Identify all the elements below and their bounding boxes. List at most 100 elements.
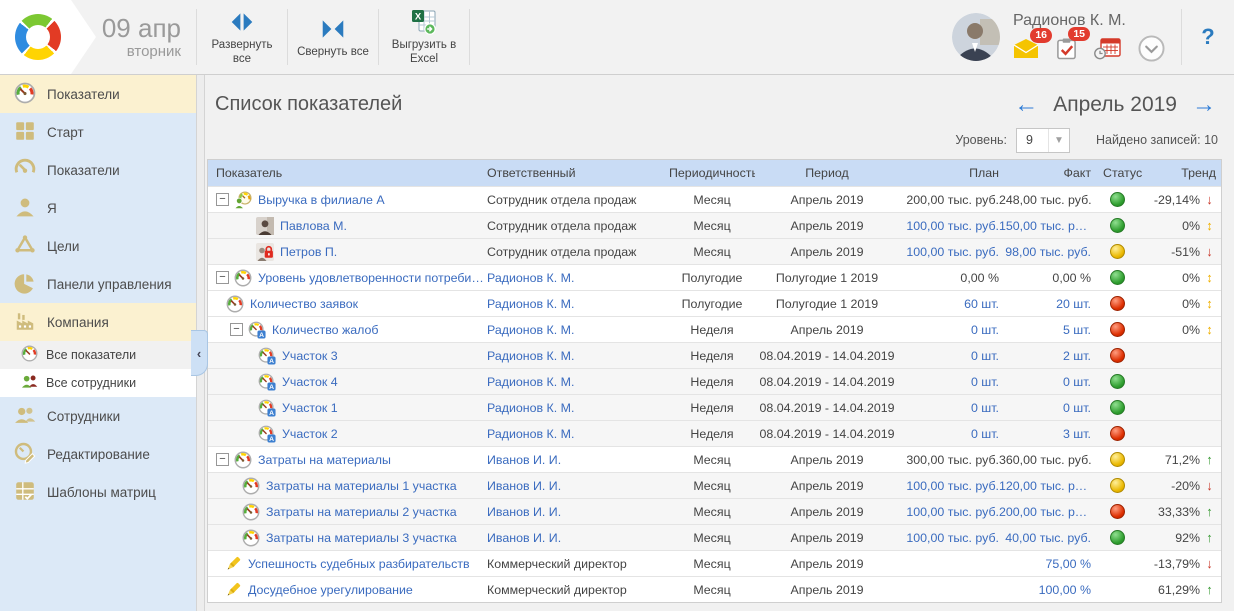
row-title-link[interactable]: Участок 4 (282, 375, 338, 389)
responsible-cell[interactable]: Радионов К. М. (485, 375, 669, 389)
sidebar-subitem-all-indicators[interactable]: Все показатели (0, 341, 196, 369)
responsible-cell[interactable]: Радионов К. М. (485, 427, 669, 441)
column-header-1[interactable]: Показатель (208, 166, 485, 180)
fact-cell[interactable]: 120,00 тыс. руб. (999, 479, 1095, 493)
table-row[interactable]: AУчасток 1Радионов К. М.Неделя08.04.2019… (208, 394, 1221, 420)
column-header-8[interactable]: Тренд (1149, 166, 1221, 180)
row-title-link[interactable]: Затраты на материалы 3 участка (266, 531, 457, 545)
collapse-all-button[interactable]: Свернуть все (288, 0, 378, 74)
table-row[interactable]: Павлова М.Сотрудник отдела продажМесяцАп… (208, 212, 1221, 238)
sidebar-item-dashboards[interactable]: Панели управления (0, 265, 196, 303)
responsible-cell[interactable]: Радионов К. М. (485, 297, 669, 311)
fact-cell[interactable]: 150,00 тыс. руб. (999, 219, 1095, 233)
responsible-cell[interactable]: Радионов К. М. (485, 323, 669, 337)
plan-cell[interactable]: 0 шт. (899, 349, 999, 363)
column-header-2[interactable]: Ответственный (485, 166, 669, 180)
row-title-link[interactable]: Затраты на материалы 1 участка (266, 479, 457, 493)
sidebar-item-me[interactable]: Я (0, 189, 196, 227)
help-button[interactable]: ? (1182, 0, 1234, 74)
user-avatar[interactable] (952, 13, 1000, 61)
sidebar-item-indicators-top[interactable]: Показатели (0, 75, 196, 113)
collapse-node-button[interactable]: − (216, 453, 229, 466)
fact-cell[interactable]: 100,00 % (999, 583, 1095, 597)
column-header-6[interactable]: Факт (999, 166, 1095, 180)
responsible-cell[interactable]: Радионов К. М. (485, 349, 669, 363)
responsible-cell[interactable]: Иванов И. И. (485, 453, 669, 467)
table-row[interactable]: AУчасток 4Радионов К. М.Неделя08.04.2019… (208, 368, 1221, 394)
table-row[interactable]: Количество заявокРадионов К. М.Полугодие… (208, 290, 1221, 316)
fact-cell[interactable]: 40,00 тыс. руб. (999, 531, 1095, 545)
responsible-cell[interactable]: Радионов К. М. (485, 271, 669, 285)
sidebar-item-start[interactable]: Старт (0, 113, 196, 151)
export-excel-button[interactable]: XВыгрузить в Excel (379, 0, 469, 74)
row-title-link[interactable]: Затраты на материалы 2 участка (266, 505, 457, 519)
row-title-link[interactable]: Участок 1 (282, 401, 338, 415)
sidebar-item-goals[interactable]: Цели (0, 227, 196, 265)
fact-cell[interactable]: 75,00 % (999, 557, 1095, 571)
row-title-link[interactable]: Петров П. (280, 245, 337, 259)
table-row[interactable]: − Уровень удовлетворенности потребителяРа… (208, 264, 1221, 290)
table-row[interactable]: AУчасток 3Радионов К. М.Неделя08.04.2019… (208, 342, 1221, 368)
next-month-button[interactable]: → (1192, 93, 1216, 117)
table-row[interactable]: Петров П.Сотрудник отдела продажМесяцАпр… (208, 238, 1221, 264)
expand-all-button[interactable]: Развернуть все (197, 0, 287, 74)
responsible-cell[interactable]: Радионов К. М. (485, 401, 669, 415)
table-row[interactable]: −Выручка в филиале АСотрудник отдела про… (208, 186, 1221, 212)
fact-cell[interactable]: 5 шт. (999, 323, 1095, 337)
column-header-4[interactable]: Период (755, 166, 899, 180)
prev-month-button[interactable]: ← (1014, 93, 1038, 117)
row-title-link[interactable]: Количество заявок (250, 297, 358, 311)
plan-cell[interactable]: 100,00 тыс. руб. (899, 479, 999, 493)
table-row[interactable]: −Затраты на материалыИванов И. И.МесяцАп… (208, 446, 1221, 472)
fact-cell[interactable]: 3 шт. (999, 427, 1095, 441)
fact-cell[interactable]: 2 шт. (999, 349, 1095, 363)
fact-cell[interactable]: 200,00 тыс. руб. (999, 505, 1095, 519)
plan-cell[interactable]: 60 шт. (899, 297, 999, 311)
row-title-link[interactable]: Досудебное урегулирование (248, 583, 413, 597)
fact-cell[interactable]: 20 шт. (999, 297, 1095, 311)
level-select[interactable]: 9 ▼ (1016, 128, 1070, 153)
plan-cell[interactable]: 100,00 тыс. руб. (899, 245, 999, 259)
collapse-node-button[interactable]: − (216, 271, 229, 284)
user-menu-chevron-icon[interactable] (1138, 35, 1165, 62)
row-title-link[interactable]: Количество жалоб (272, 323, 379, 337)
sidebar-item-employees[interactable]: Сотрудники (0, 397, 196, 435)
table-row[interactable]: Досудебное урегулированиеКоммерческий ди… (208, 576, 1221, 602)
responsible-cell[interactable]: Иванов И. И. (485, 505, 669, 519)
plan-cell[interactable]: 100,00 тыс. руб. (899, 531, 999, 545)
fact-cell[interactable]: 0 шт. (999, 375, 1095, 389)
row-title-link[interactable]: Участок 3 (282, 349, 338, 363)
sidebar-item-indicators[interactable]: Показатели (0, 151, 196, 189)
app-logo[interactable] (0, 0, 96, 74)
plan-cell[interactable]: 0 шт. (899, 401, 999, 415)
column-header-7[interactable]: Статус (1095, 166, 1149, 180)
plan-cell[interactable]: 100,00 тыс. руб. (899, 505, 999, 519)
responsible-cell[interactable]: Иванов И. И. (485, 531, 669, 545)
column-header-5[interactable]: План (899, 166, 999, 180)
row-title-link[interactable]: Успешность судебных разбирательств (248, 557, 470, 571)
fact-cell[interactable]: 98,00 тыс. руб. (999, 245, 1095, 259)
mail-icon[interactable]: 16 (1013, 38, 1039, 59)
table-row[interactable]: −AКоличество жалобРадионов К. М.НеделяАп… (208, 316, 1221, 342)
collapse-node-button[interactable]: − (230, 323, 243, 336)
fact-cell[interactable]: 0 шт. (999, 401, 1095, 415)
table-row[interactable]: Затраты на материалы 2 участка Иванов И. … (208, 498, 1221, 524)
plan-cell[interactable]: 0 шт. (899, 427, 999, 441)
calendar-clock-icon[interactable] (1094, 37, 1121, 60)
table-row[interactable]: Затраты на материалы 3 участка Иванов И. … (208, 524, 1221, 550)
tasks-icon[interactable]: 15 (1056, 37, 1077, 61)
row-title-link[interactable]: Уровень удовлетворенности потребителя (258, 271, 485, 285)
row-title-link[interactable]: Участок 2 (282, 427, 338, 441)
table-row[interactable]: Затраты на материалы 1 участка Иванов И. … (208, 472, 1221, 498)
plan-cell[interactable]: 100,00 тыс. руб. (899, 219, 999, 233)
column-header-3[interactable]: Периодичность (669, 166, 755, 180)
sidebar-item-editing[interactable]: Редактирование (0, 435, 196, 473)
sidebar-item-company[interactable]: Компания (0, 303, 196, 341)
row-title-link[interactable]: Павлова М. (280, 219, 347, 233)
table-row[interactable]: Успешность судебных разбирательствКоммер… (208, 550, 1221, 576)
sidebar-collapse-button[interactable]: ‹ (191, 330, 208, 376)
responsible-cell[interactable]: Иванов И. И. (485, 479, 669, 493)
plan-cell[interactable]: 0 шт. (899, 323, 999, 337)
plan-cell[interactable]: 0 шт. (899, 375, 999, 389)
row-title-link[interactable]: Выручка в филиале А (258, 193, 385, 207)
